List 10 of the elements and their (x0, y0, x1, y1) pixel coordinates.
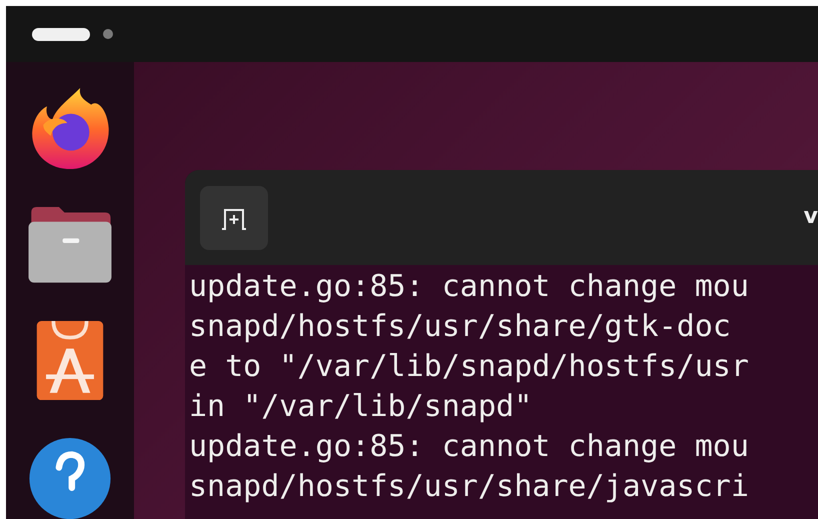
terminal-output-line: in "/var/lib/snapd" (189, 388, 534, 426)
shopping-bag-icon[interactable] (34, 320, 106, 400)
terminal-output-line: update.go:85: cannot change mou (189, 268, 750, 306)
terminal-output-line: update.go:85: cannot change mou (189, 428, 750, 466)
terminal-output-line: e to "/var/lib/snapd/hostfs/usr (189, 348, 750, 386)
window-title: v (804, 204, 818, 229)
terminal-output-line: snapd/hostfs/usr/share/javascri (189, 468, 750, 506)
new-tab-button[interactable] (200, 186, 268, 250)
terminal-output-line: snapd/hostfs/usr/share/gtk-doc (189, 308, 732, 346)
workspace-indicator[interactable] (32, 28, 90, 40)
